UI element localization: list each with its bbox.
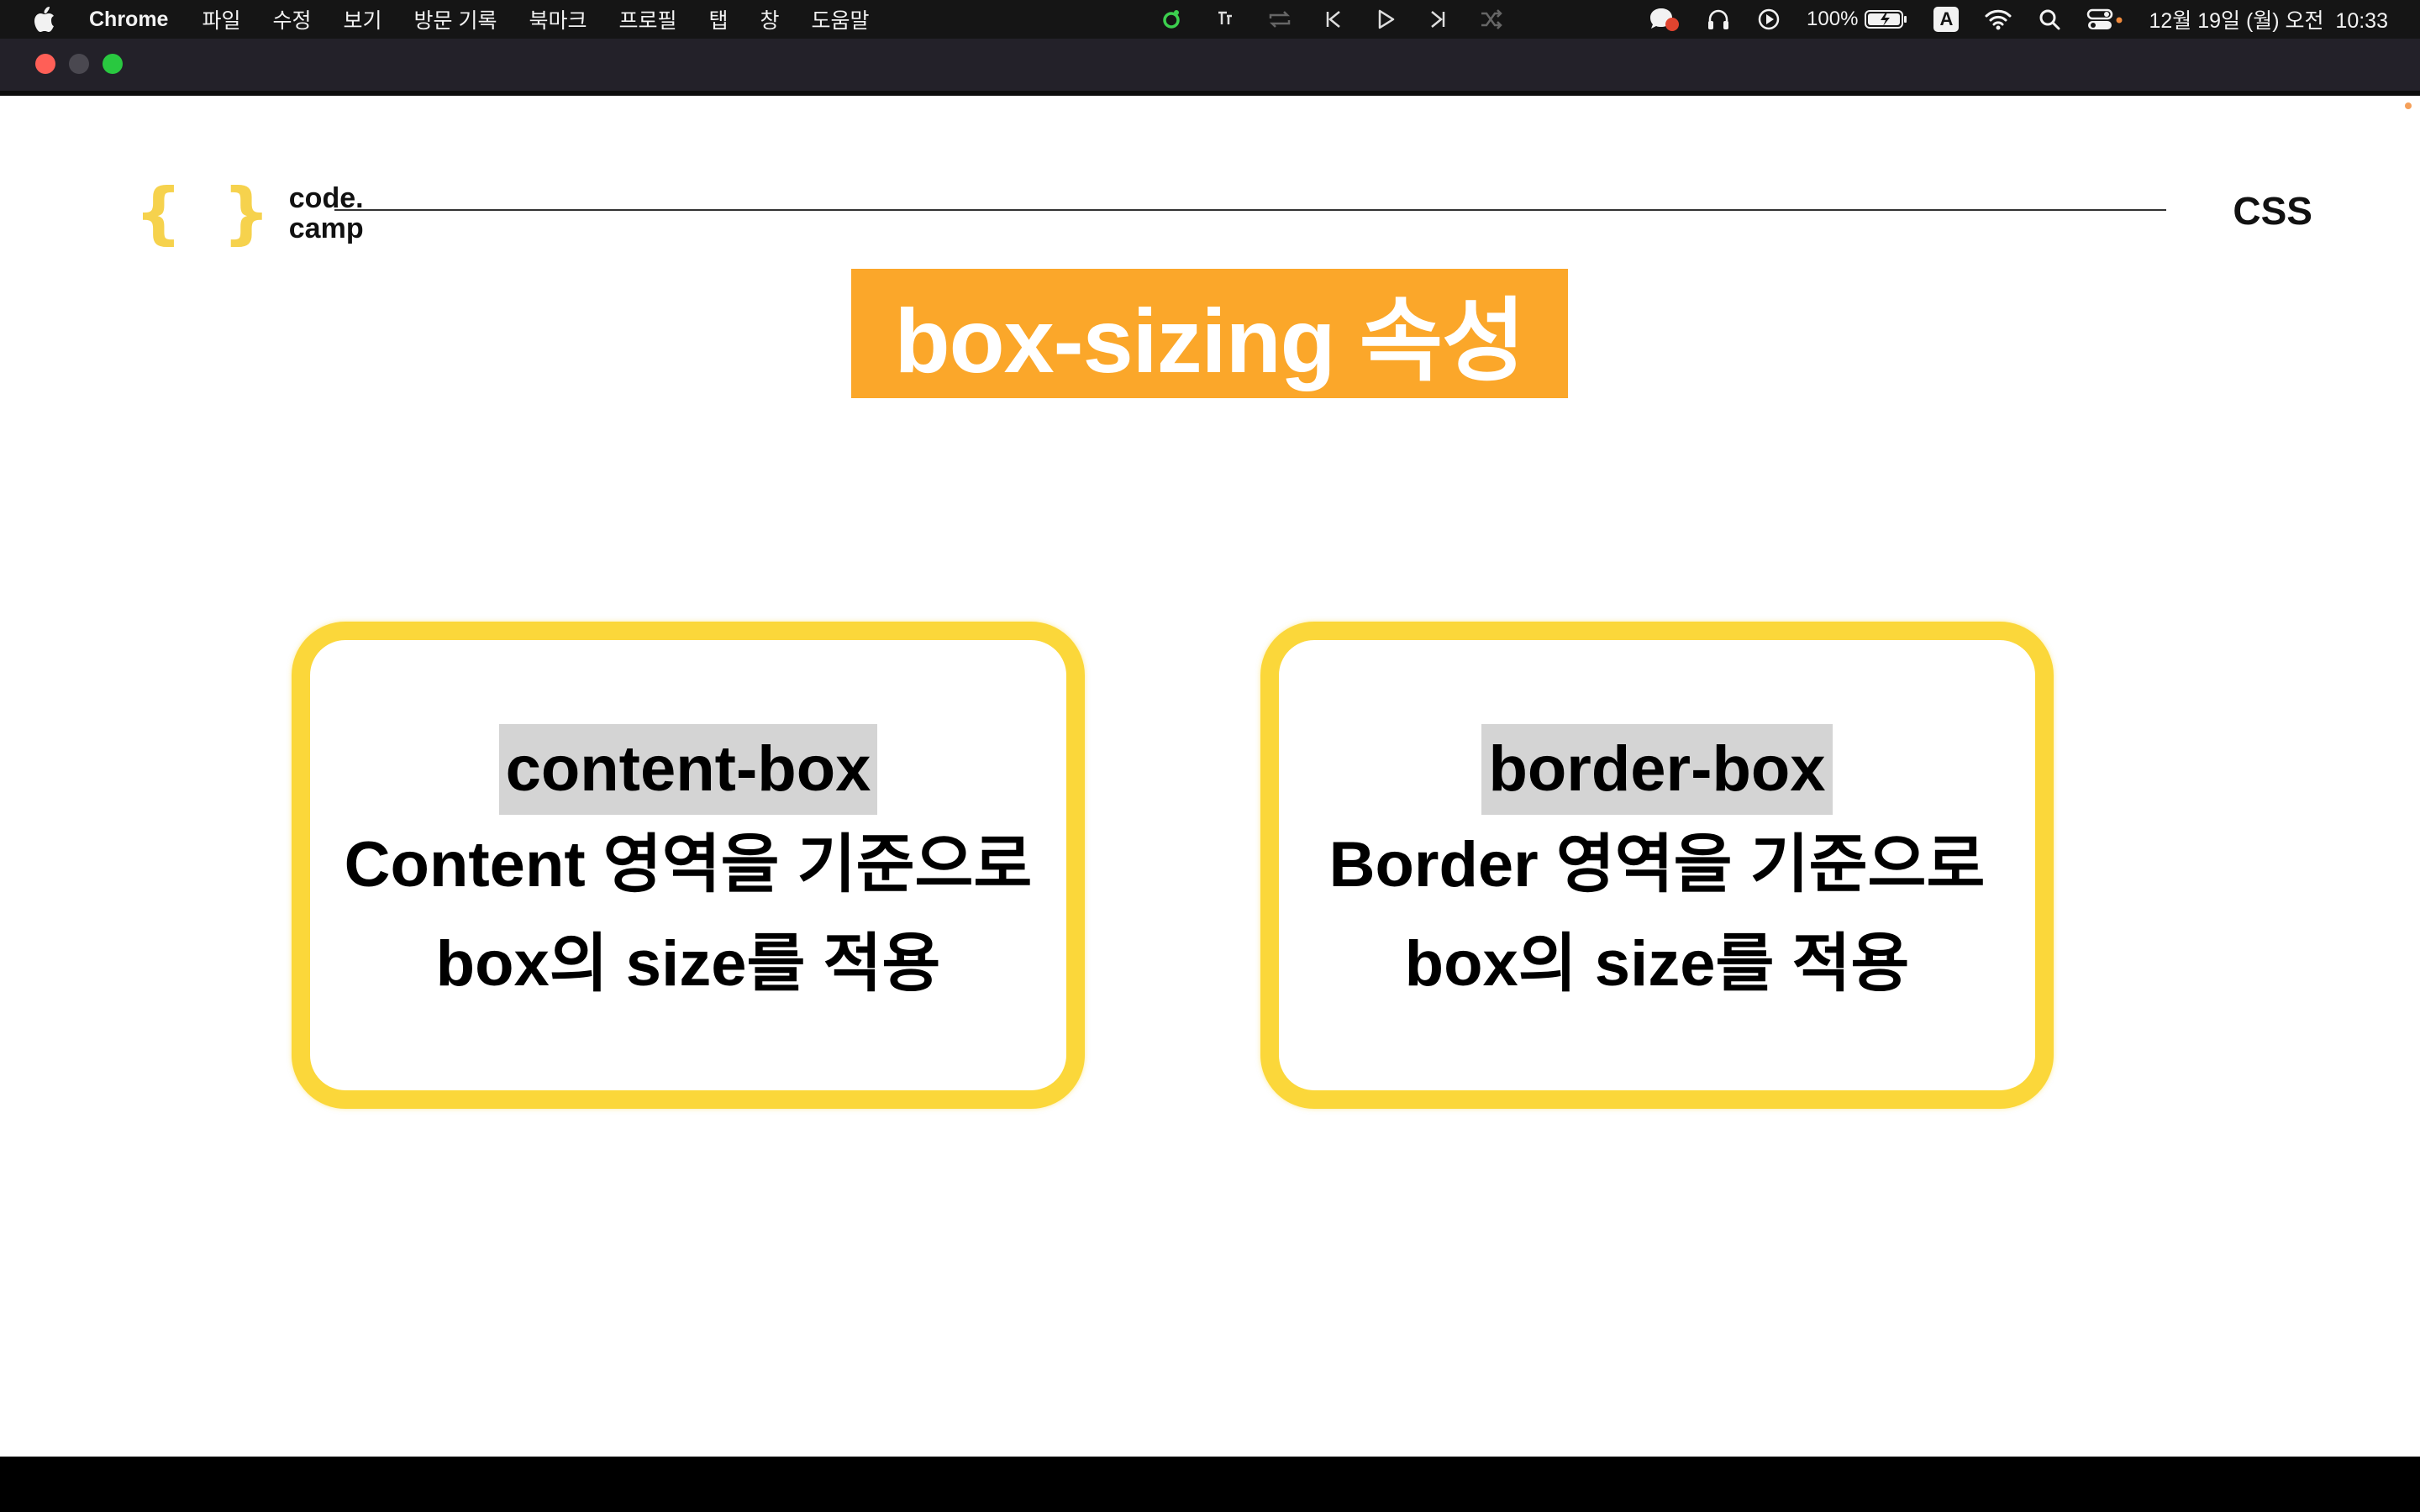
menu-file[interactable]: 파일 <box>202 4 240 34</box>
slide-topic: CSS <box>2233 189 2312 233</box>
media-controls <box>1160 0 1504 39</box>
play-circle-icon[interactable] <box>1756 7 1781 32</box>
headphones-icon[interactable] <box>1706 7 1731 32</box>
menu-bookmarks[interactable]: 북마크 <box>529 4 587 34</box>
menu-window[interactable]: 창 <box>760 4 780 34</box>
shuffle-icon[interactable] <box>1479 8 1504 30</box>
logo-line-2: camp <box>288 213 364 244</box>
previous-track-icon[interactable] <box>1323 8 1344 30</box>
input-source-badge[interactable]: A <box>1933 7 1960 32</box>
menu-tab[interactable]: 탭 <box>709 4 729 34</box>
menu-history[interactable]: 방문 기록 <box>414 4 497 34</box>
menu-help[interactable]: 도움말 <box>812 4 870 34</box>
recording-indicator <box>2405 102 2412 109</box>
slide-title-banner: box-sizing 속성 <box>851 269 1568 398</box>
menu-app-name[interactable]: Chrome <box>89 8 168 32</box>
battery-status[interactable]: 100% <box>1807 8 1908 31</box>
letterbox-bar <box>0 1457 2420 1512</box>
border-box-card: border-box Border 영역을 기준으로 box의 size를 적용 <box>1260 622 2054 1109</box>
card-description-line-1: Border 영역을 기준으로 <box>1328 829 1986 900</box>
control-center-icon[interactable] <box>2086 8 2123 31</box>
wifi-icon[interactable] <box>1984 8 2012 30</box>
menu-bar: Chrome 파일 수정 보기 방문 기록 북마크 프로필 탭 창 도움말 10… <box>0 0 2420 39</box>
chat-icon[interactable] <box>1647 6 1681 33</box>
search-icon[interactable] <box>2038 8 2061 31</box>
repeat-icon[interactable] <box>1267 8 1292 30</box>
battery-percent: 100% <box>1807 8 1859 30</box>
menu-profiles[interactable]: 프로필 <box>618 4 676 34</box>
header-divider <box>334 209 2166 211</box>
clock[interactable]: 12월 19일 (월) 오전 10:33 <box>2149 4 2388 34</box>
card-term: content-box <box>498 724 878 815</box>
fullscreen-window-button[interactable] <box>103 54 123 74</box>
content-box-card: content-box Content 영역을 기준으로 box의 size를 … <box>292 622 1085 1109</box>
next-track-icon[interactable] <box>1427 8 1449 30</box>
shazam-icon[interactable] <box>1160 8 1183 31</box>
music-note-icon[interactable] <box>1213 8 1237 31</box>
card-description-line-2: box의 size를 적용 <box>435 928 941 1000</box>
close-window-button[interactable] <box>35 54 55 74</box>
braces-icon: { } <box>134 174 279 252</box>
browser-titlebar <box>0 39 2420 94</box>
status-area: 100% A 12월 19일 (월) 오전 10:33 <box>1647 0 2388 39</box>
lecture-slide: { } code. camp CSS box-sizing 속성 content… <box>0 96 2420 1457</box>
logo-wordmark: code. camp <box>289 183 364 244</box>
slide-title: box-sizing 속성 <box>894 290 1526 391</box>
card-description-line-2: box의 size를 적용 <box>1404 928 1910 1000</box>
menu-edit[interactable]: 수정 <box>272 4 311 34</box>
card-description-line-1: Content 영역을 기준으로 <box>344 829 1033 900</box>
minimize-window-button[interactable] <box>69 54 89 74</box>
battery-icon <box>1865 9 1908 29</box>
codecamp-logo: { } code. camp <box>134 180 364 247</box>
menu-view[interactable]: 보기 <box>344 4 382 34</box>
card-term: border-box <box>1481 724 1833 815</box>
apple-icon[interactable] <box>32 5 57 34</box>
play-icon[interactable] <box>1375 8 1397 30</box>
